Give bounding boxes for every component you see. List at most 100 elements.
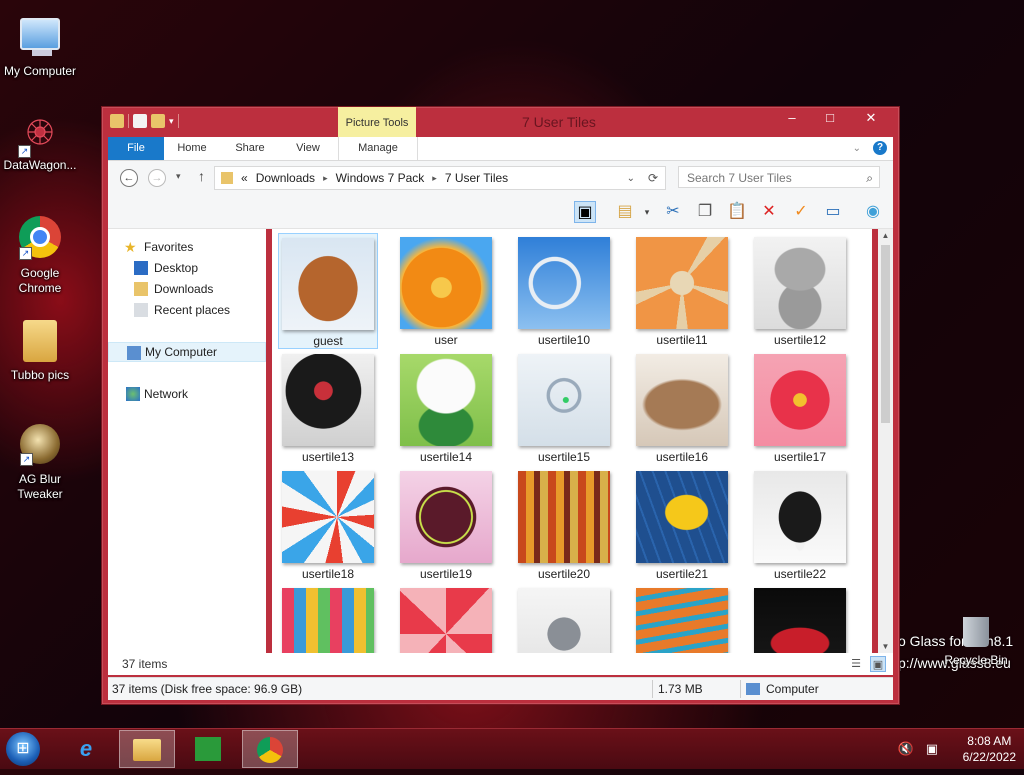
copy-button[interactable]: ❐ bbox=[694, 201, 716, 223]
file-tile-guest[interactable]: guest bbox=[278, 233, 378, 349]
recent-locations-icon[interactable]: ▾ bbox=[176, 171, 181, 182]
file-tile[interactable] bbox=[750, 584, 850, 653]
file-tile-usertile16[interactable]: usertile16 bbox=[632, 350, 732, 466]
address-dropdown-icon[interactable]: ⌄ bbox=[627, 173, 635, 184]
volume-muted-icon[interactable]: 🔇 bbox=[898, 741, 914, 757]
preview-pane-button[interactable]: ▣ bbox=[574, 201, 596, 223]
file-tile-usertile22[interactable]: usertile22 bbox=[750, 467, 850, 583]
file-tile-usertile11[interactable]: usertile11 bbox=[632, 233, 732, 349]
tab-view[interactable]: View bbox=[286, 137, 330, 160]
breadcrumb-separator-icon[interactable]: ▸ bbox=[323, 173, 328, 184]
file-name: usertile11 bbox=[656, 333, 708, 347]
large-icons-view-icon[interactable]: ▣ bbox=[870, 656, 886, 672]
file-tile-usertile12[interactable]: usertile12 bbox=[750, 233, 850, 349]
file-tile-usertile10[interactable]: usertile10 bbox=[514, 233, 614, 349]
file-tile-usertile20[interactable]: usertile20 bbox=[514, 467, 614, 583]
file-tile[interactable] bbox=[514, 584, 614, 653]
breadcrumb-7-user-tiles[interactable]: 7 User Tiles bbox=[445, 171, 508, 185]
details-view-icon[interactable]: ☰ bbox=[848, 656, 864, 672]
file-name: usertile16 bbox=[655, 450, 709, 464]
desktop-icon-tubbo-pics[interactable]: Tubbo pics bbox=[0, 320, 80, 383]
delete-button[interactable]: ✕ bbox=[758, 201, 780, 223]
nav-desktop[interactable]: Desktop bbox=[108, 258, 266, 278]
file-tile[interactable] bbox=[278, 584, 378, 653]
file-name: guest bbox=[313, 334, 343, 348]
network-icon[interactable]: ▣ bbox=[926, 741, 938, 757]
new-item-button[interactable]: ▭ bbox=[822, 201, 844, 223]
back-button[interactable]: ← bbox=[120, 169, 138, 187]
file-tile-usertile19[interactable]: usertile19 bbox=[396, 467, 496, 583]
file-tile-usertile13[interactable]: usertile13 bbox=[278, 350, 378, 466]
computer-icon bbox=[20, 18, 60, 56]
file-tile[interactable] bbox=[632, 584, 732, 653]
nav-favorites[interactable]: ★ Favorites bbox=[108, 237, 266, 257]
help-icon[interactable]: ? bbox=[873, 141, 887, 155]
customize-qat-icon[interactable]: ▾ bbox=[169, 116, 174, 127]
thumbnail-orange-flower bbox=[400, 237, 492, 329]
breadcrumb-downloads[interactable]: Downloads bbox=[256, 171, 315, 185]
file-tile-usertile21[interactable]: usertile21 bbox=[632, 467, 732, 583]
nav-label: Network bbox=[144, 387, 189, 401]
up-button[interactable]: ↑ bbox=[198, 168, 205, 184]
refresh-button[interactable]: ⟳ bbox=[641, 166, 666, 190]
store-icon[interactable] bbox=[180, 730, 236, 768]
thumbnail-pink-flower bbox=[754, 354, 846, 446]
desktop-icon-chrome[interactable]: ↗ Google Chrome bbox=[0, 216, 80, 296]
start-button[interactable] bbox=[6, 732, 40, 766]
address-bar[interactable]: « Downloads ▸ Windows 7 Pack ▸ 7 User Ti… bbox=[214, 166, 642, 190]
close-button[interactable]: ✕ bbox=[849, 109, 893, 129]
nav-downloads[interactable]: Downloads bbox=[108, 279, 266, 299]
tab-home[interactable]: Home bbox=[170, 137, 214, 160]
file-tile[interactable] bbox=[396, 584, 496, 653]
breadcrumb-separator-icon[interactable]: ▸ bbox=[432, 173, 437, 184]
file-tile-usertile15[interactable]: usertile15 bbox=[514, 350, 614, 466]
cut-button[interactable]: ✂ bbox=[662, 201, 684, 223]
folder-icon bbox=[110, 114, 124, 128]
file-name: usertile18 bbox=[301, 567, 355, 581]
rename-button[interactable]: ✓ bbox=[790, 201, 812, 223]
scroll-down-icon[interactable]: ▼ bbox=[878, 642, 893, 651]
file-tile-usertile18[interactable]: usertile18 bbox=[278, 467, 378, 583]
expand-ribbon-icon[interactable]: ⌄ bbox=[853, 143, 861, 154]
scroll-up-icon[interactable]: ▲ bbox=[878, 231, 893, 240]
file-name: usertile22 bbox=[773, 567, 827, 581]
search-placeholder: Search 7 User Tiles bbox=[687, 171, 792, 185]
status-location: Computer bbox=[766, 682, 819, 696]
tab-manage[interactable]: Manage bbox=[338, 137, 418, 160]
nav-my-computer[interactable]: My Computer bbox=[108, 342, 266, 362]
maximize-button[interactable]: □ bbox=[811, 109, 849, 129]
divider bbox=[177, 114, 179, 128]
file-tile-user[interactable]: user bbox=[396, 233, 496, 349]
tab-file[interactable]: File bbox=[108, 137, 164, 160]
minimize-button[interactable]: – bbox=[773, 109, 811, 129]
desktop-icon-my-computer[interactable]: My Computer bbox=[0, 12, 80, 79]
vertical-scrollbar[interactable]: ▲ ▼ bbox=[878, 229, 893, 653]
desktop-icon-label: AG Blur Tweaker bbox=[17, 472, 63, 501]
properties-dropdown-icon[interactable]: ▾ bbox=[636, 201, 658, 223]
file-tile-usertile14[interactable]: usertile14 bbox=[396, 350, 496, 466]
scrollbar-thumb[interactable] bbox=[881, 245, 890, 423]
file-name: usertile15 bbox=[537, 450, 591, 464]
tab-share[interactable]: Share bbox=[228, 137, 272, 160]
properties-icon[interactable] bbox=[133, 114, 147, 128]
paste-button[interactable]: 📋 bbox=[726, 201, 748, 223]
nav-network[interactable]: Network bbox=[108, 384, 266, 404]
nav-recent-places[interactable]: Recent places bbox=[108, 300, 266, 320]
desktop-icon-ag-blur[interactable]: ↗ AG Blur Tweaker bbox=[0, 424, 80, 502]
properties-button[interactable]: ▤ bbox=[614, 201, 636, 223]
breadcrumb-windows-7-pack[interactable]: Windows 7 Pack bbox=[336, 171, 425, 185]
chrome-taskbar-button[interactable] bbox=[242, 730, 298, 768]
explorer-window: ▾ Picture Tools 7 User Tiles – □ ✕ File … bbox=[101, 106, 900, 705]
file-explorer-taskbar-button[interactable] bbox=[119, 730, 175, 768]
desktop-icon-recycle-bin[interactable]: Recycle Bin bbox=[938, 617, 1014, 667]
extra-tool-button[interactable]: ◉ bbox=[862, 201, 884, 223]
file-tile-usertile17[interactable]: usertile17 bbox=[750, 350, 850, 466]
search-input[interactable]: Search 7 User Tiles ⌕ bbox=[678, 166, 880, 188]
internet-explorer-icon[interactable]: e bbox=[58, 730, 114, 768]
desktop-icon-datawagon[interactable]: ↗ DataWagon... bbox=[0, 112, 80, 173]
title-bar[interactable]: ▾ Picture Tools 7 User Tiles – □ ✕ bbox=[102, 107, 899, 137]
forward-button[interactable]: → bbox=[148, 169, 166, 187]
clock[interactable]: 8:08 AM 6/22/2022 bbox=[963, 733, 1016, 765]
address-overflow[interactable]: « bbox=[241, 171, 248, 185]
new-folder-icon[interactable] bbox=[151, 114, 165, 128]
